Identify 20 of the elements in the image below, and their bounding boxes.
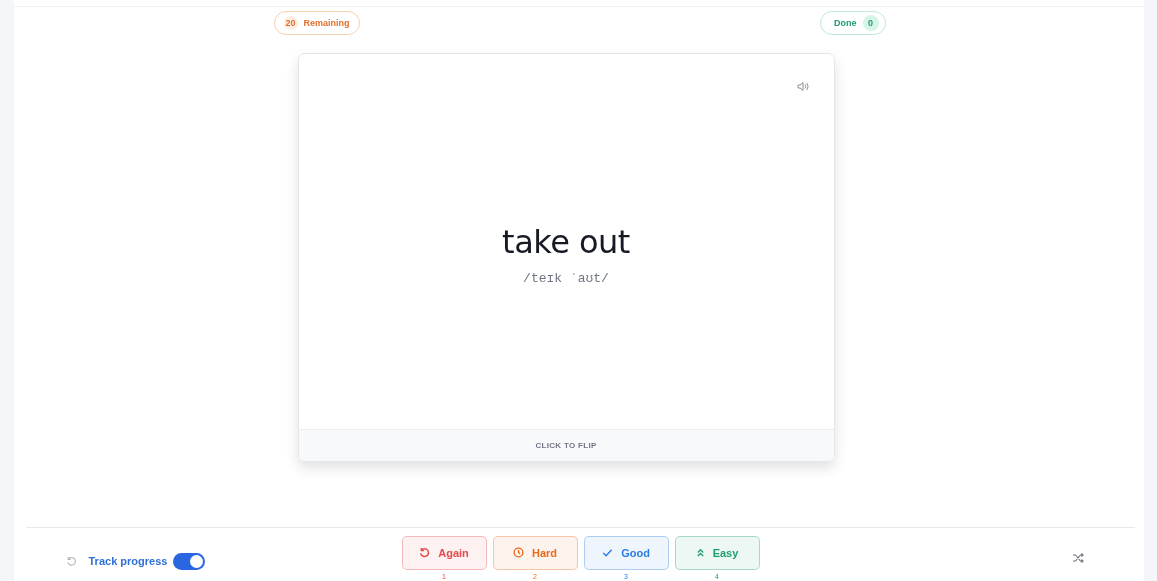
remaining-label: Remaining (303, 17, 350, 28)
remaining-count: 20 (283, 15, 298, 30)
track-progress-label: Track progress (88, 555, 168, 568)
clock-icon (512, 547, 524, 559)
hard-button[interactable]: Hard (492, 535, 578, 570)
flip-hint: CLICK TO FLIP (298, 428, 834, 461)
again-button[interactable]: Again (401, 535, 487, 570)
done-label: Done (834, 17, 857, 28)
card-word: take out (502, 223, 630, 262)
speaker-icon[interactable] (796, 80, 809, 92)
good-button[interactable]: Good (583, 535, 669, 570)
undo-arrow-icon (419, 547, 431, 559)
done-count: 0 (862, 14, 879, 31)
double-chevron-up-icon (695, 548, 705, 558)
checkmark-icon (602, 547, 614, 559)
flashcard[interactable]: take out /teɪk ˈaʊt/ CLICK TO FLIP (297, 52, 835, 462)
shuffle-icon[interactable] (1071, 552, 1084, 563)
easy-button[interactable]: Easy (674, 535, 760, 570)
pronunciation: /teɪk ˈaʊt/ (523, 271, 609, 287)
track-progress-toggle[interactable] (173, 552, 206, 570)
